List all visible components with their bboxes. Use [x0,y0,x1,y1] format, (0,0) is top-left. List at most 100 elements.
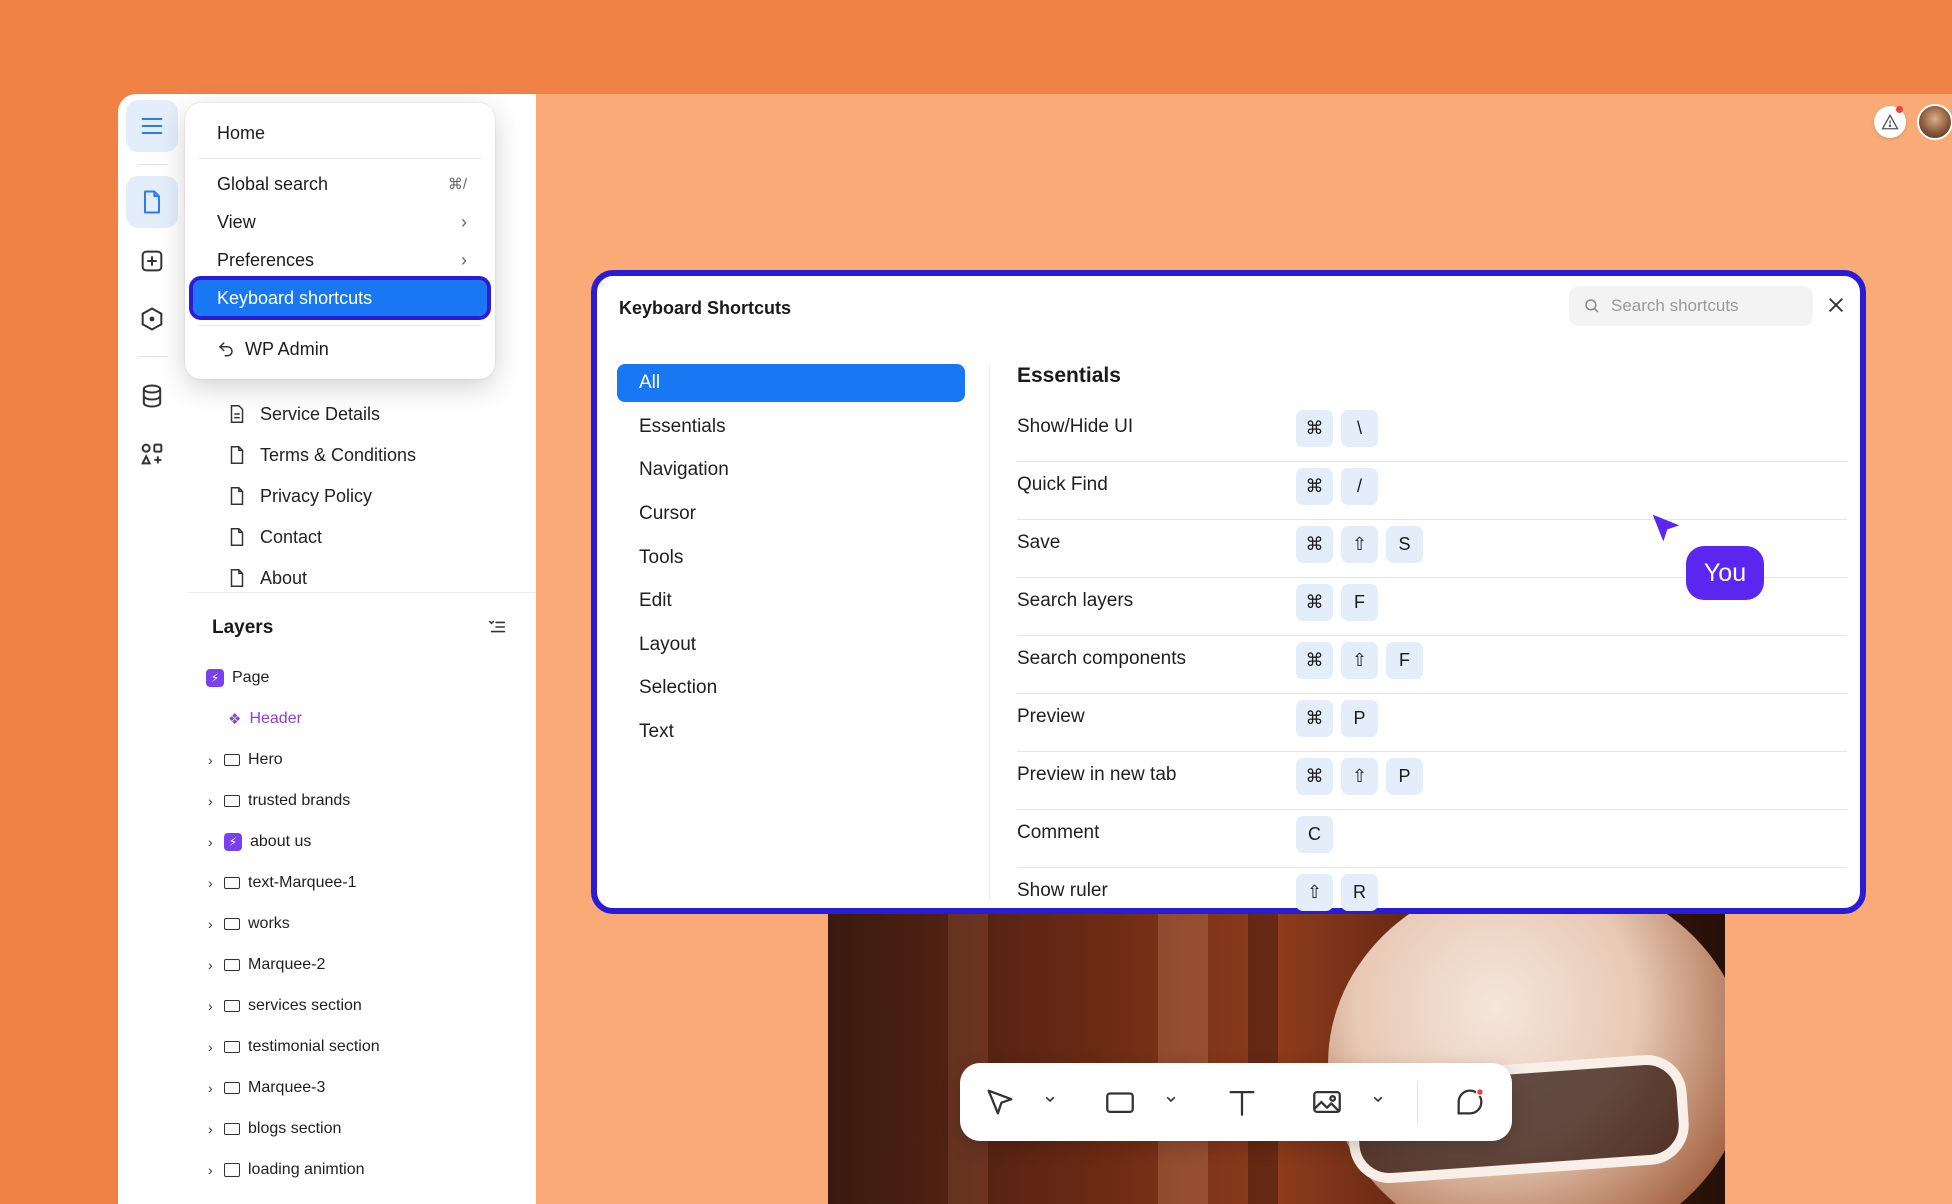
key-cap: ⌘ [1296,700,1333,737]
chevron-right-icon[interactable]: › [208,1080,222,1096]
avatar[interactable] [1917,104,1952,140]
layers-options-icon[interactable] [486,616,508,638]
menu-item-view[interactable]: View › [193,204,487,240]
close-button[interactable] [1821,290,1851,320]
chevron-right-icon[interactable]: › [208,875,222,891]
bottom-toolbar [960,1063,1512,1141]
key-cap: ⌘ [1296,410,1333,447]
layer-row-header[interactable]: ❖ Header [228,704,302,734]
key-combo: ⌘ \ [1296,410,1378,447]
key-cap: P [1341,700,1378,737]
category-cursor[interactable]: Cursor [617,495,965,533]
frame-icon [224,795,240,807]
chevron-right-icon[interactable]: › [208,793,222,809]
frame-icon [224,1123,240,1135]
chevron-right-icon[interactable]: › [208,998,222,1014]
hamburger-menu-button[interactable] [126,100,178,152]
layer-row-works[interactable]: › works [208,909,290,939]
menu-item-label: Keyboard shortcuts [217,287,373,308]
chevron-down-icon[interactable] [1370,1091,1386,1107]
chevron-right-icon[interactable]: › [208,957,222,973]
components-button[interactable] [126,293,178,345]
shortcut-row: Preview ⌘ P [1017,694,1847,752]
shortcut-row: Search components ⌘ ⇧ F [1017,636,1847,694]
menu-item-preferences[interactable]: Preferences › [193,242,487,278]
canvas-hero-image[interactable] [828,914,1725,1204]
layer-label: works [248,915,290,932]
layer-row-marquee-2[interactable]: › Marquee-2 [208,950,325,980]
chevron-right-icon[interactable]: › [208,1121,222,1137]
page-item-privacy[interactable]: Privacy Policy [226,479,372,513]
layer-row-marquee-3[interactable]: › Marquee-3 [208,1073,325,1103]
frame-icon [224,877,240,889]
shortcut-label: Comment [1017,822,1100,843]
key-cap: ⌘ [1296,758,1333,795]
chevron-down-icon[interactable] [1163,1091,1179,1107]
apps-grid-icon [141,443,163,465]
page-item-about[interactable]: About [226,561,307,595]
frame-icon [224,959,240,971]
layer-row-about-us[interactable]: › ⚡ about us [208,827,311,857]
text-tool-button[interactable] [1222,1082,1262,1122]
layer-label: text-Marquee-1 [248,874,357,891]
key-cap: \ [1341,410,1378,447]
category-selection[interactable]: Selection [617,669,965,707]
key-combo: ⌘ ⇧ P [1296,758,1423,795]
image-tool-button[interactable] [1307,1082,1347,1122]
bolt-icon: ⚡ [224,833,242,851]
layer-row-text-marquee-1[interactable]: › text-Marquee-1 [208,868,357,898]
layer-row-page[interactable]: ⚡ Page [206,663,269,693]
layer-label: testimonial section [248,1038,380,1055]
close-icon [1829,298,1843,312]
chevron-right-icon[interactable]: › [208,1162,222,1178]
icon-rail [118,94,189,1204]
chevron-right-icon[interactable]: › [208,1039,222,1055]
menu-item-label: Preferences [217,249,315,270]
key-cap: ⌘ [1296,526,1333,563]
layer-row-testimonial-section[interactable]: › testimonial section [208,1032,380,1062]
category-tools[interactable]: Tools [617,539,965,577]
page-item-terms[interactable]: Terms & Conditions [226,438,416,472]
page-item-contact[interactable]: Contact [226,520,322,554]
menu-item-wp-admin[interactable]: WP Admin [193,331,487,367]
key-combo: ⌘ ⇧ S [1296,526,1423,563]
chevron-right-icon[interactable]: › [208,834,222,850]
layer-row-loading-animtion[interactable]: › loading animtion [208,1155,365,1185]
cms-button[interactable] [126,370,178,422]
menu-item-global-search[interactable]: Global search ⌘/ [193,166,487,202]
key-combo: ⌘ F [1296,584,1378,621]
layer-row-services-section[interactable]: › services section [208,991,362,1021]
page-item-service-details[interactable]: Service Details [226,397,380,431]
category-text[interactable]: Text [617,713,965,751]
key-cap: P [1386,758,1423,795]
menu-item-label: View [217,211,256,232]
select-tool-button[interactable] [980,1082,1020,1122]
category-edit[interactable]: Edit [617,582,965,620]
insert-button[interactable] [126,235,178,287]
key-cap: R [1341,874,1378,911]
section-title: Essentials [1017,364,1121,387]
layer-row-trusted-brands[interactable]: › trusted brands [208,786,350,816]
layer-row-hero[interactable]: › Hero [208,745,283,775]
menu-item-label: Home [217,122,266,143]
key-cap: ⌘ [1296,468,1333,505]
chevron-right-icon[interactable]: › [208,752,222,768]
notification-dot [1896,106,1903,113]
shortcut-search-input[interactable]: Search shortcuts [1569,286,1813,326]
page-icon [230,569,244,587]
comment-tool-button[interactable] [1450,1082,1490,1122]
menu-item-keyboard-shortcuts[interactable]: Keyboard shortcuts [189,276,491,320]
apps-button[interactable] [126,428,178,480]
category-essentials[interactable]: Essentials [617,408,965,446]
chevron-right-icon[interactable]: › [208,916,222,932]
pages-button[interactable] [126,176,178,228]
category-layout[interactable]: Layout [617,626,965,664]
shortcut-label: Save [1017,532,1061,553]
category-all[interactable]: All [617,364,965,402]
rectangle-tool-button[interactable] [1100,1082,1140,1122]
frame-icon [224,918,240,930]
chevron-down-icon[interactable] [1042,1091,1058,1107]
layer-row-blogs-section[interactable]: › blogs section [208,1114,341,1144]
category-navigation[interactable]: Navigation [617,451,965,489]
menu-item-home[interactable]: Home [193,115,487,151]
